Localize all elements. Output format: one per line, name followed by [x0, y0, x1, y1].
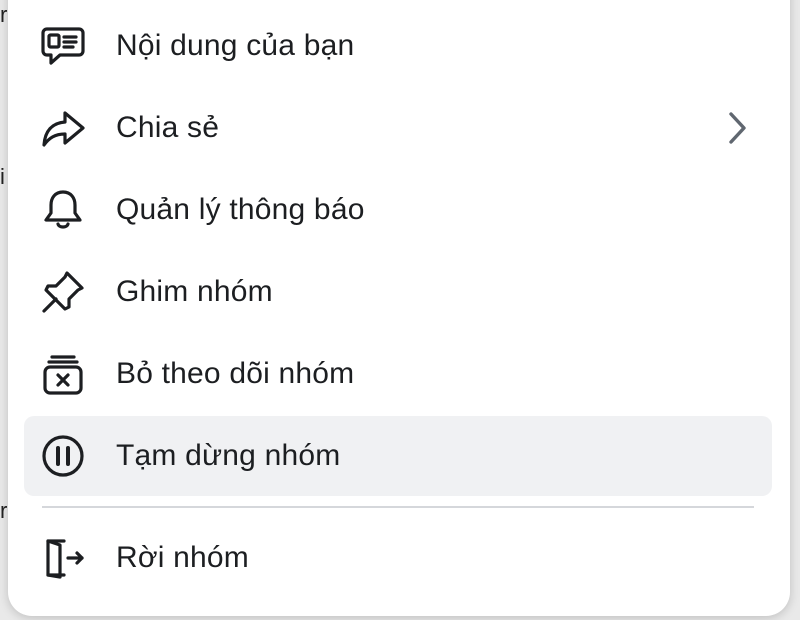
leave-icon [38, 533, 88, 583]
menu-item-share[interactable]: Chia sẻ [24, 88, 772, 168]
share-icon [38, 103, 88, 153]
menu-item-label: Nội dung của bạn [116, 29, 355, 62]
menu-divider [42, 506, 754, 508]
menu-item-pin-group[interactable]: Ghim nhóm [24, 252, 772, 332]
background-text-fragment: r [0, 4, 8, 26]
group-options-menu: Nội dung của bạn Chia sẻ Quản lý thông b… [8, 0, 790, 616]
menu-item-label: Quản lý thông báo [116, 193, 365, 226]
menu-item-your-content[interactable]: Nội dung của bạn [24, 6, 772, 86]
menu-item-label: Rời nhóm [116, 541, 249, 574]
chevron-right-icon [729, 112, 746, 144]
menu-item-label: Bỏ theo dõi nhóm [116, 357, 355, 390]
menu-item-leave-group[interactable]: Rời nhóm [24, 518, 772, 598]
menu-item-label: Tạm dừng nhóm [116, 439, 341, 472]
pin-icon [38, 267, 88, 317]
menu-item-unfollow-group[interactable]: Bỏ theo dõi nhóm [24, 334, 772, 414]
background-text-fragment: r [0, 500, 8, 522]
menu-item-pause-group[interactable]: Tạm dừng nhóm [24, 416, 772, 496]
bell-icon [38, 185, 88, 235]
menu-item-manage-notifications[interactable]: Quản lý thông báo [24, 170, 772, 250]
unfollow-icon [38, 349, 88, 399]
background-text-fragment: i [0, 166, 5, 188]
menu-item-label: Chia sẻ [116, 111, 220, 144]
menu-item-label: Ghim nhóm [116, 275, 273, 308]
content-icon [38, 21, 88, 71]
pause-icon [38, 431, 88, 481]
